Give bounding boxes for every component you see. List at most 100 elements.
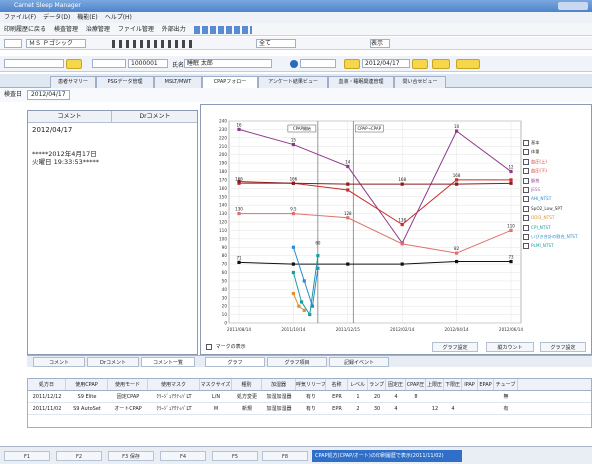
- patient-action-button[interactable]: [456, 59, 480, 69]
- table-cell: S9 AutoSet: [73, 406, 101, 412]
- patient-search-button[interactable]: [66, 59, 82, 69]
- toolbar-icon-strip[interactable]: [193, 25, 252, 34]
- menu-data[interactable]: データ(D): [43, 14, 70, 21]
- table-header-cell[interactable]: IPAP: [462, 379, 478, 390]
- legend-checkbox[interactable]: [523, 196, 529, 203]
- legend-checkbox[interactable]: [523, 140, 529, 146]
- patient-id-prefix[interactable]: [92, 59, 126, 68]
- next-date-button[interactable]: [412, 59, 428, 69]
- legend-item[interactable]: 血圧(下): [523, 166, 591, 175]
- toolbar-export[interactable]: 外部出力: [162, 26, 186, 33]
- legend-checkbox[interactable]: [523, 177, 529, 184]
- function-key-button[interactable]: F1: [4, 451, 50, 461]
- legend-item[interactable]: 基本: [523, 138, 591, 147]
- table-row[interactable]: 2011/11/02 S9 AutoSet オートCPAP ｸﾗｰｼﾞｭｱｸﾃｨﾊﾞL…: [28, 403, 591, 415]
- legend-checkbox[interactable]: [523, 224, 529, 231]
- tab-questionnaire[interactable]: アンケート結果ビュー: [258, 76, 328, 88]
- legend-item[interactable]: いびき合計の割合_NTST: [523, 232, 591, 241]
- legend-item[interactable]: ODI3_NTST: [523, 213, 591, 222]
- tab-psg-data[interactable]: PSGデータ管理: [96, 76, 154, 88]
- data-label: 168: [453, 173, 461, 178]
- table-header-cell[interactable]: ランプ: [368, 379, 386, 390]
- table-header-cell[interactable]: 使用マスク: [148, 379, 200, 390]
- reset-button[interactable]: 縦カウント: [486, 342, 534, 352]
- legend-checkbox[interactable]: [523, 168, 529, 175]
- table-header-cell[interactable]: 上限圧: [426, 379, 444, 390]
- patient-name-field[interactable]: 睡眠 太郎: [184, 59, 272, 68]
- data-point: [400, 182, 404, 186]
- exam-date-field[interactable]: 2012/04/17: [26, 90, 70, 100]
- tab-patient-summary[interactable]: 患者サマリー: [50, 76, 96, 88]
- legend-item[interactable]: 血圧(上): [523, 157, 591, 166]
- font-select[interactable]: ＭＳ Ｐゴシック: [26, 39, 86, 48]
- table-header-cell[interactable]: 名称: [326, 379, 348, 390]
- legend-item[interactable]: 脈拍: [523, 176, 591, 185]
- legend-item[interactable]: PLMI_NTST: [523, 241, 591, 250]
- function-key-button[interactable]: F2: [56, 451, 102, 461]
- legend-checkbox[interactable]: [523, 243, 529, 250]
- table-header-cell[interactable]: 固定圧: [386, 379, 406, 390]
- patient-id-field[interactable]: 1000001: [128, 59, 168, 68]
- patient-search-field[interactable]: [4, 59, 64, 68]
- table-header-cell[interactable]: CPAP圧: [406, 379, 426, 390]
- tab-inquiry[interactable]: 問い合せビュー: [394, 76, 446, 88]
- tab-graph[interactable]: グラフ: [205, 357, 265, 367]
- display-button[interactable]: 表示: [370, 39, 390, 48]
- legend-item[interactable]: 体重: [523, 147, 591, 156]
- table-header-cell[interactable]: チューブ: [494, 379, 518, 390]
- table-header-cell[interactable]: 下限圧: [444, 379, 462, 390]
- table-header-cell[interactable]: マスクサイズ: [200, 379, 232, 390]
- format-icons[interactable]: [112, 40, 192, 48]
- toolbar-exam[interactable]: 検査管理: [54, 26, 78, 33]
- function-key-button[interactable]: F3 保存: [108, 451, 154, 461]
- menu-file[interactable]: ファイル(F): [4, 14, 36, 21]
- tab-mslt[interactable]: MSLT/MWT: [154, 76, 202, 88]
- function-key-button[interactable]: F5: [212, 451, 258, 461]
- table-header-cell[interactable]: 加湿器: [262, 379, 296, 390]
- graph-settings-button[interactable]: グラフ設定: [432, 342, 478, 352]
- marker-checkbox[interactable]: [206, 343, 212, 350]
- legend-checkbox[interactable]: [523, 215, 529, 222]
- menu-help[interactable]: ヘルプ(H): [105, 14, 132, 21]
- graph-detail-button[interactable]: グラフ設定: [540, 342, 586, 352]
- window-controls[interactable]: [558, 2, 588, 10]
- marker-toggle[interactable]: マークの表示: [206, 342, 246, 352]
- table-header-cell[interactable]: レベル: [348, 379, 368, 390]
- table-header-cell[interactable]: 使用CPAP: [66, 379, 108, 390]
- toolbar-back-history[interactable]: 印刷履歴に戻る: [4, 26, 46, 33]
- table-header-cell[interactable]: 種別: [232, 379, 262, 390]
- legend-item[interactable]: CPI_NTST: [523, 223, 591, 232]
- tab-comment[interactable]: コメント: [33, 357, 85, 367]
- prev-date-button[interactable]: [344, 59, 360, 69]
- function-key-button[interactable]: F8: [262, 451, 308, 461]
- tab-blood[interactable]: 血液・睡眠関連管理: [328, 76, 394, 88]
- legend-checkbox[interactable]: [523, 149, 529, 156]
- function-key-button[interactable]: F4: [160, 451, 206, 461]
- toolbar-treatment[interactable]: 治療管理: [86, 26, 110, 33]
- legend-item[interactable]: SpO2_Low_SPT: [523, 204, 591, 213]
- date-action-button[interactable]: [432, 59, 450, 69]
- menu-function[interactable]: 機能(E): [77, 14, 97, 21]
- table-header-cell[interactable]: EPAP: [478, 379, 494, 390]
- legend-checkbox[interactable]: [523, 233, 529, 240]
- legend-item[interactable]: AHI_NTST: [523, 194, 591, 203]
- data-label: 82: [454, 246, 460, 251]
- patient-date-field[interactable]: 2012/04/17: [362, 59, 410, 68]
- tab-dr-comment[interactable]: Drコメント: [87, 357, 139, 367]
- save-icon[interactable]: [4, 39, 22, 48]
- tab-events[interactable]: 記録イベント: [329, 357, 389, 367]
- filter-select[interactable]: 全て: [256, 39, 296, 48]
- tab-comment-list[interactable]: コメント一覧: [141, 357, 195, 367]
- table-cell: 加湿加湿器: [266, 394, 292, 400]
- legend-checkbox[interactable]: [523, 205, 529, 212]
- legend-item[interactable]: JESS: [523, 185, 591, 194]
- legend-checkbox[interactable]: [523, 186, 529, 193]
- table-row[interactable]: 2011/12/12 S9 Elite 固定CPAP ｸﾗｰｼﾞｭｱｸﾃｨﾊﾞLT L/…: [28, 391, 591, 403]
- table-header-cell[interactable]: 呼気リリーフ: [296, 379, 326, 390]
- table-header-cell[interactable]: 処方日: [28, 379, 66, 390]
- tab-graph-items[interactable]: グラフ項目: [267, 357, 327, 367]
- toolbar-file[interactable]: ファイル管理: [118, 26, 154, 33]
- table-header-cell[interactable]: 使用モード: [108, 379, 148, 390]
- legend-checkbox[interactable]: [523, 158, 529, 165]
- patient-extra-field[interactable]: [300, 59, 336, 68]
